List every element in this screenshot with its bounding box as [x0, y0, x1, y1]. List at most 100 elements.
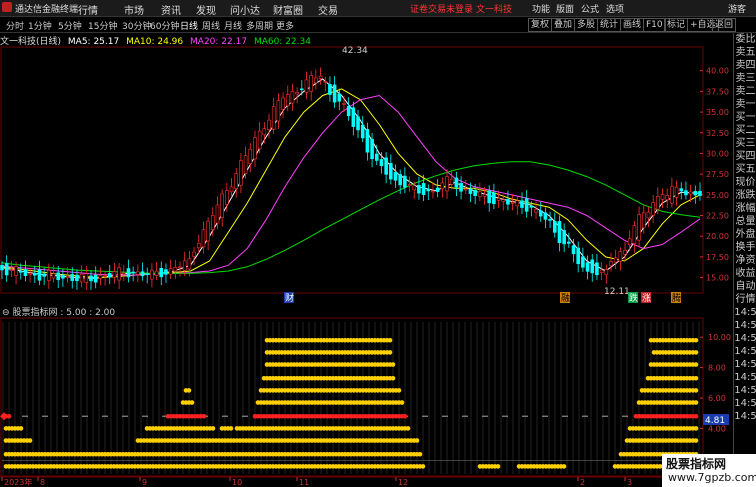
marker-teng[interactable]: 腾 — [672, 292, 681, 304]
candle-body — [323, 81, 328, 83]
candle-body — [403, 175, 407, 188]
quote-panel-item: 委比 — [735, 34, 756, 45]
indicator-dot — [495, 464, 501, 469]
candle-body — [281, 97, 285, 110]
candle-body — [473, 190, 477, 196]
quote-panel-item: 14:5 — [734, 333, 756, 344]
indicator-dot — [693, 350, 699, 355]
candle-body — [47, 270, 51, 281]
candle-body — [492, 192, 496, 205]
quote-panel-item: 14:5 — [734, 346, 756, 357]
candle-body — [674, 186, 679, 198]
watermark-url: www.7gpzb.com — [668, 471, 756, 484]
quote-panel-item: 买四 — [735, 151, 756, 162]
candle-body — [384, 157, 388, 175]
candle-body — [510, 202, 515, 204]
quote-panel-item: 自动 — [735, 281, 756, 292]
indicator-dot — [189, 400, 195, 405]
candle-body — [253, 137, 257, 160]
quote-panel-item: 现价 — [735, 177, 756, 188]
quote-panel-item: 涨幅 — [735, 203, 756, 214]
candle-body — [295, 92, 299, 95]
ma-line-ma60 — [1, 161, 701, 274]
candle-body — [567, 241, 571, 244]
candle-body — [641, 212, 646, 228]
candle-body — [262, 128, 267, 136]
candle-body — [679, 188, 684, 192]
x-axis-label: 10 — [232, 478, 242, 487]
candle-body — [187, 258, 192, 270]
marker-rong[interactable]: 融 — [561, 293, 570, 304]
marker-zhang[interactable]: 涨 — [642, 293, 651, 304]
candle-body — [581, 256, 585, 268]
candle-body — [389, 163, 393, 180]
candle-body — [417, 185, 421, 194]
quote-panel-item: 14:5 — [734, 372, 756, 383]
candle-body — [351, 107, 356, 127]
candle-body — [698, 190, 702, 196]
price-tick-label: 32.50 — [706, 129, 729, 138]
candle-body — [79, 273, 84, 283]
quote-panel-item: 买三 — [735, 138, 756, 149]
quote-panel-item: 14:5 — [734, 307, 756, 318]
candle-body — [496, 198, 501, 201]
indicator-dot — [693, 400, 699, 405]
candle-body — [459, 182, 463, 192]
quote-panel-item: 14:5 — [734, 385, 756, 396]
high-price-label: 42.34 — [342, 46, 368, 56]
quote-panel-item: 卖四 — [735, 60, 756, 71]
candle-body — [552, 221, 557, 233]
candle-body — [412, 185, 417, 191]
indicator-current-value: 4.81 — [705, 416, 725, 426]
right-quote-panel[interactable]: 委比 卖五 卖四 卖三 卖二 卖一 买一 买二 买三 买四 买五 现价 涨跌 涨幅 总量 外盘 换手 净资 收益 自动… — [733, 33, 756, 487]
candle-body — [693, 191, 698, 196]
candle-body — [407, 184, 412, 187]
candle-body — [159, 267, 164, 278]
candle-body — [656, 196, 660, 210]
candle-body — [618, 251, 623, 262]
candle-body — [211, 215, 215, 230]
quote-panel-item: 14:5 — [734, 359, 756, 370]
ma-line-ma5 — [1, 78, 701, 279]
candle-body — [431, 190, 435, 193]
candle-body — [117, 267, 121, 281]
candle-body — [538, 210, 543, 217]
candle-body — [627, 238, 632, 245]
candle-body — [557, 221, 562, 243]
candle-body — [215, 204, 220, 224]
candle-body — [201, 229, 206, 248]
x-axis-label: 12 — [398, 478, 408, 487]
candle-body — [487, 190, 491, 204]
indicator-dot — [693, 388, 699, 393]
indicator-dot — [186, 388, 192, 393]
candle-body — [196, 242, 201, 249]
chart-area[interactable]: 40.00 37.50 35.00 32.50 30.00 27.50 25.00 22.50… — [0, 0, 733, 487]
candle-body — [18, 271, 23, 273]
marker-die[interactable]: 跌 — [629, 293, 638, 304]
quote-panel-item: 行情 — [735, 294, 756, 305]
quote-panel-item: 卖一 — [735, 99, 756, 110]
candle-body — [234, 173, 239, 190]
candle-body — [482, 194, 487, 197]
quote-panel-item: 14:5 — [734, 320, 756, 331]
quote-panel-item: 买五 — [735, 164, 756, 175]
indicator-tick-label: 10.00 — [708, 333, 731, 342]
quote-panel-item: 买一 — [735, 112, 756, 123]
marker-cai[interactable]: 财 — [285, 292, 294, 304]
x-axis-label: 8 — [40, 478, 45, 487]
candle-body — [28, 272, 32, 275]
indicator-title[interactable]: ⊖ 股票指标网 : 5.00 : 2.00 — [2, 305, 115, 318]
candle-body — [342, 103, 346, 105]
candle-body — [454, 177, 459, 188]
candle-body — [290, 91, 295, 104]
candle-body — [478, 191, 482, 197]
candle-body — [576, 247, 581, 265]
price-tick-label: 22.50 — [706, 212, 729, 221]
price-tick-label: 37.50 — [706, 87, 729, 96]
indicator-dot — [561, 464, 567, 469]
candle-body — [515, 200, 520, 207]
candle-body — [84, 273, 89, 283]
price-tick-label: 27.50 — [706, 170, 729, 179]
candle-body — [51, 273, 56, 279]
indicator-collapse-icon[interactable]: ⊖ — [2, 308, 10, 318]
